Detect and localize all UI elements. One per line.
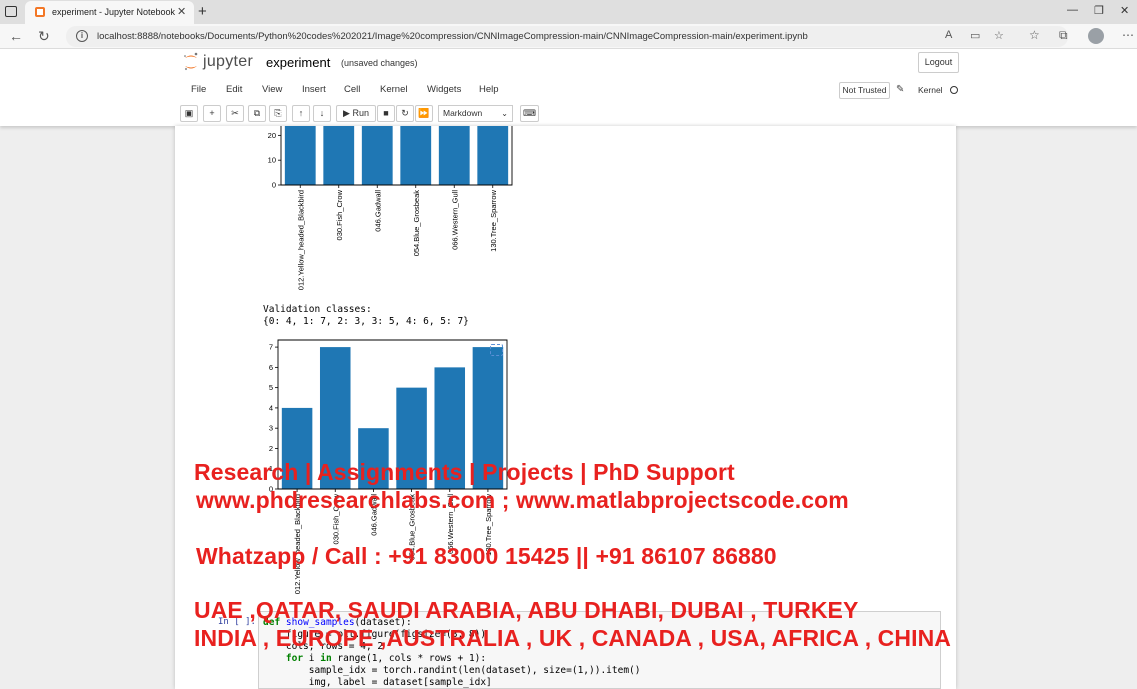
close-window-icon[interactable]: ✕ (1120, 4, 1129, 17)
run-label: Run (352, 108, 369, 118)
pencil-icon[interactable]: ✎ (896, 84, 904, 95)
y-tick-label: 2 (269, 444, 273, 453)
url-field[interactable]: i localhost:8888/notebooks/Documents/Pyt… (66, 26, 1068, 47)
watermark-line-4: UAE ,QATAR, SAUDI ARABIA, ABU DHABI, DUB… (194, 597, 859, 623)
browser-tab[interactable]: experiment - Jupyter Notebook ✕ (25, 1, 194, 24)
favorite-add-icon[interactable]: ☆ (994, 29, 1004, 42)
site-info-icon[interactable]: i (76, 30, 88, 42)
browser-tab-bar: experiment - Jupyter Notebook ✕ + — ❐ ✕ (0, 0, 1137, 24)
y-tick-label: 4 (269, 403, 273, 412)
x-tick-label: 012.Yellow_headed_Blackbird (296, 190, 305, 290)
logout-button[interactable]: Logout (918, 52, 959, 73)
menu-file[interactable]: File (191, 84, 206, 95)
train-class-chart: 012.Yellow_headed_Blackbird 030.Fish_Crow… (268, 126, 513, 290)
restart-icon[interactable]: ↻ (396, 105, 414, 122)
jupyter-favicon-icon (35, 7, 45, 17)
chevron-down-icon: ⌄ (501, 109, 508, 118)
more-menu-icon[interactable]: ⋯ (1122, 28, 1134, 42)
run-button[interactable]: ▶ Run (336, 105, 376, 122)
close-tab-icon[interactable]: ✕ (177, 5, 186, 18)
notebook-name[interactable]: experiment (266, 55, 330, 70)
menu-view[interactable]: View (262, 84, 282, 95)
validation-header: Validation classes: (263, 304, 372, 315)
kernel-idle-indicator-icon (950, 86, 958, 94)
watermark-line-2: www.phdresearchlabs.com ; www.matlabproj… (196, 487, 849, 513)
cell-type-value: Markdown (443, 108, 483, 118)
code-line: img, label = dataset[sample_idx] (263, 677, 492, 688)
menu-widgets[interactable]: Widgets (427, 84, 461, 95)
address-bar-row: ← ↻ i localhost:8888/notebooks/Documents… (0, 24, 1137, 49)
collections-icon[interactable]: ⧉ (1059, 28, 1068, 43)
y-tick-label: 3 (269, 424, 273, 433)
y-tick-label: 20 (268, 131, 276, 140)
jupyter-logo-icon[interactable] (183, 52, 199, 72)
not-trusted-button[interactable]: Not Trusted (839, 82, 890, 99)
tab-actions-icon[interactable] (5, 6, 17, 17)
cell-type-select[interactable]: Markdown ⌄ (438, 105, 513, 122)
copy-icon[interactable]: ⧉ (248, 105, 266, 122)
url-text: localhost:8888/notebooks/Documents/Pytho… (97, 31, 808, 42)
interrupt-icon[interactable]: ■ (377, 105, 395, 122)
x-tick-label: 066.Western_Gull (450, 190, 459, 250)
y-tick-label: 10 (268, 156, 276, 165)
kernel-name: Kernel (918, 85, 943, 95)
move-down-icon[interactable]: ↓ (313, 105, 331, 122)
minimize-icon[interactable]: — (1067, 4, 1078, 16)
bar (400, 126, 432, 185)
validation-dict: {0: 4, 1: 7, 2: 3, 3: 5, 4: 6, 5: 7} (263, 316, 469, 327)
bar (323, 126, 355, 185)
y-tick-label: 5 (269, 383, 273, 392)
save-status: (unsaved changes) (341, 58, 418, 68)
cut-icon[interactable]: ✂ (226, 105, 244, 122)
jupyter-wordmark[interactable]: jupyter (203, 53, 253, 71)
insert-cell-icon[interactable]: + (203, 105, 221, 122)
x-tick-label: 130.Tree_Sparrow (489, 189, 498, 251)
code-line: sample_idx = torch.randint(len(dataset),… (263, 665, 641, 676)
menu-cell[interactable]: Cell (344, 84, 360, 95)
paste-icon[interactable]: ⎘ (269, 105, 287, 122)
bar (477, 126, 509, 185)
y-tick-label: 6 (269, 363, 273, 372)
command-palette-icon[interactable]: ⌨ (520, 105, 539, 122)
expand-image-icon[interactable] (490, 344, 503, 356)
back-icon[interactable]: ← (9, 28, 23, 44)
code-line: for i in range(1, cols * rows + 1): (285, 653, 487, 664)
save-icon[interactable]: ▣ (180, 105, 198, 122)
bar (438, 126, 470, 185)
favorites-icon[interactable]: ☆ (1029, 28, 1040, 42)
y-tick-label: 7 (269, 343, 273, 352)
reader-view-icon[interactable]: ▭ (970, 29, 980, 42)
y-tick-label: 0 (272, 181, 276, 190)
profile-avatar[interactable] (1088, 28, 1104, 44)
move-up-icon[interactable]: ↑ (292, 105, 310, 122)
read-aloud-icon[interactable]: A (945, 29, 952, 41)
tab-title: experiment - Jupyter Notebook (52, 7, 176, 17)
restart-run-all-icon[interactable]: ⏩ (415, 105, 433, 122)
maximize-icon[interactable]: ❐ (1094, 4, 1104, 17)
bar (284, 126, 316, 185)
x-tick-label: 030.Fish_Crow (335, 189, 344, 240)
watermark-line-5: INDIA , EUROPE ,AUSTRALIA , UK , CANADA … (194, 625, 952, 651)
menu-help[interactable]: Help (479, 84, 499, 95)
menu-insert[interactable]: Insert (302, 84, 326, 95)
bar (361, 126, 393, 185)
menu-kernel[interactable]: Kernel (380, 84, 407, 95)
watermark-line-1: Research | Assignments | Projects | PhD … (194, 459, 735, 485)
watermark-line-3: Whatzapp / Call : +91 83000 15425 || +91… (196, 543, 777, 569)
x-tick-label: 054.Blue_Grosbeak (412, 190, 421, 257)
menu-edit[interactable]: Edit (226, 84, 242, 95)
x-tick-label: 046.Gadwall (373, 190, 382, 232)
new-tab-button[interactable]: + (198, 3, 207, 20)
refresh-icon[interactable]: ↻ (38, 28, 50, 45)
